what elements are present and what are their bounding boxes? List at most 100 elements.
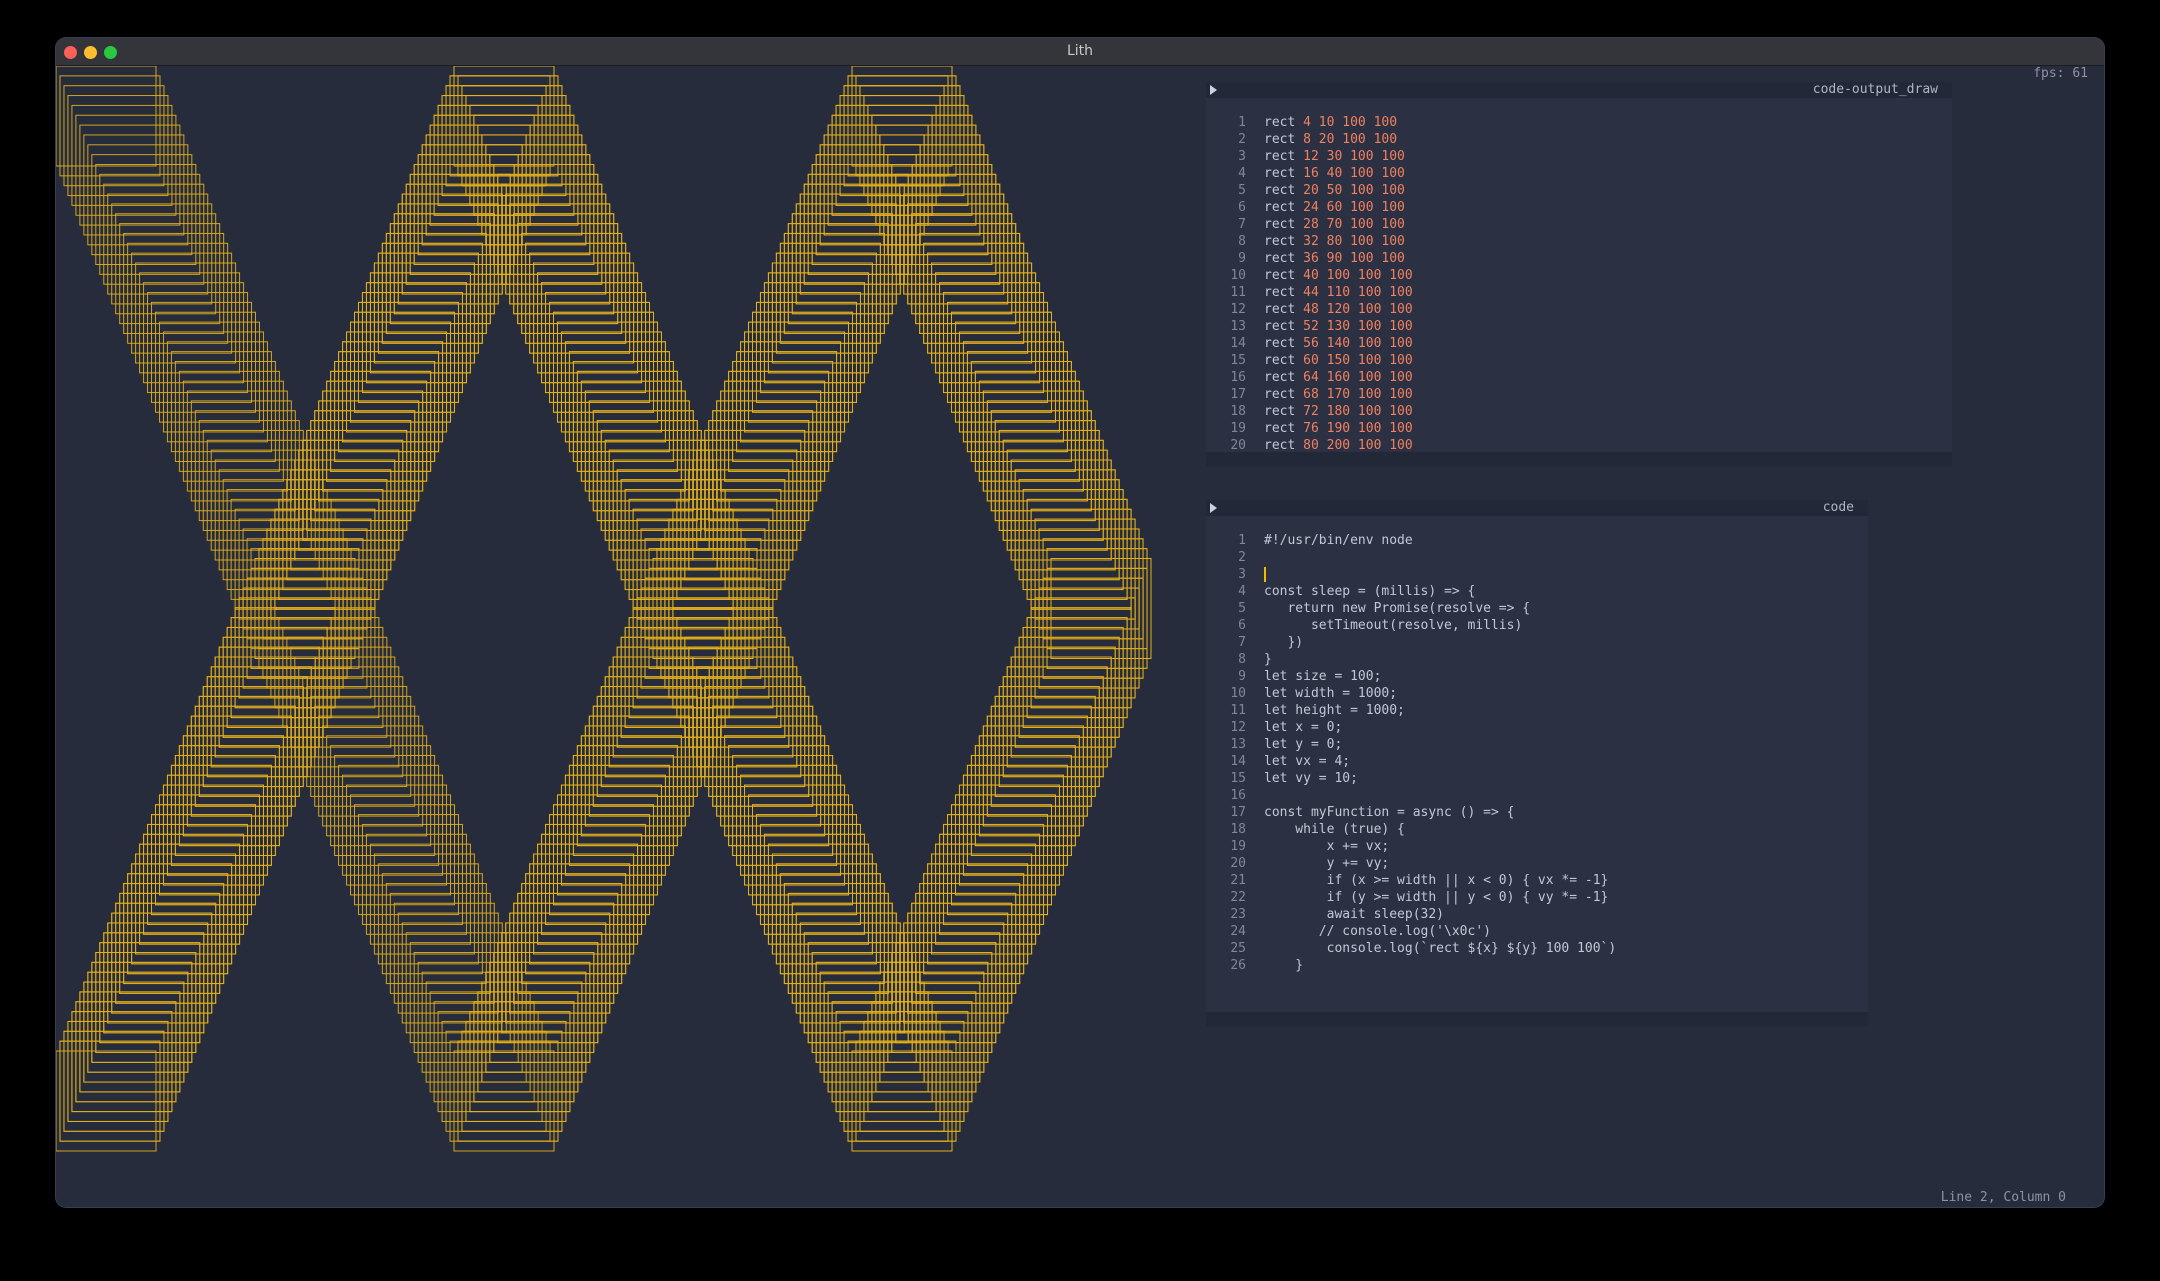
line-number: 12 (1230, 720, 1246, 735)
drawn-rect (111, 912, 213, 1014)
drawn-rect (485, 971, 587, 1073)
code-panel[interactable]: code 1 #!/usr/bin/env node 2 3 4 const sleep … (1206, 500, 1868, 1026)
drawn-rect (556, 321, 658, 423)
drawn-rect (298, 449, 400, 551)
drawn-rect (186, 390, 288, 492)
drawn-rect (1034, 518, 1136, 620)
drawn-rect (736, 764, 838, 866)
output-line: 4 rect 16 40 100 100 (1206, 165, 1952, 182)
drawn-rect (1022, 626, 1124, 728)
drawn-rect (919, 232, 1021, 334)
run-icon[interactable] (1210, 85, 1217, 95)
drawn-rect (258, 567, 360, 669)
drawn-rect (887, 154, 989, 256)
drawn-rect (326, 380, 428, 482)
drawn-rect (652, 558, 754, 659)
drawn-rect (441, 95, 543, 197)
drawn-rect (867, 104, 969, 206)
drawn-rect (230, 617, 332, 719)
drawn-rect (954, 794, 1056, 896)
drawn-rect (966, 351, 1068, 453)
code-editor[interactable]: 1 #!/usr/bin/env node 2 3 4 const sleep = (mi… (1206, 532, 1868, 1010)
drawn-rect (497, 173, 599, 275)
drawn-rect (513, 902, 615, 1004)
drawn-rect (831, 1001, 933, 1103)
drawn-rect (648, 567, 750, 669)
drawn-rect (716, 400, 818, 502)
drawn-rect (529, 863, 631, 965)
drawn-rect (592, 705, 694, 807)
drawn-rect (791, 213, 893, 315)
run-icon[interactable] (1210, 503, 1217, 513)
drawn-rect (640, 587, 742, 689)
drawn-rect (588, 400, 690, 502)
drawn-rect (318, 400, 420, 502)
line-text: #!/usr/bin/env node (1264, 533, 1413, 548)
drawn-rect (891, 164, 993, 265)
drawn-rect (445, 1030, 547, 1132)
drawn-rect (835, 104, 937, 206)
drawn-rect (501, 183, 603, 285)
drawn-rect (660, 538, 762, 640)
drawn-rect (851, 1050, 953, 1152)
drawn-rect (736, 764, 838, 866)
line-number: 3 (1238, 567, 1246, 582)
output-line: 14 rect 56 140 100 100 (1206, 335, 1952, 352)
drawn-rect (775, 252, 877, 354)
drawn-rect (541, 833, 643, 935)
drawn-rect (616, 469, 718, 571)
drawn-rect (827, 991, 929, 1093)
drawn-rect (270, 518, 372, 620)
drawn-rect (744, 784, 846, 886)
drawn-rect (704, 429, 806, 531)
line-text: if (x >= width || x < 0) { vx *= -1} (1264, 873, 1609, 888)
drawn-rect (286, 479, 388, 581)
drawn-rect (334, 755, 436, 856)
drawn-rect (970, 755, 1072, 856)
output-line: 19 rect 76 190 100 100 (1206, 420, 1952, 437)
output-line: 8 rect 32 80 100 100 (1206, 233, 1952, 250)
drawn-rect (636, 597, 738, 699)
drawn-rect (708, 420, 810, 522)
drawn-rect (553, 804, 654, 906)
drawn-rect (684, 636, 786, 738)
drawn-rect (222, 636, 324, 738)
drawn-rect (815, 961, 917, 1063)
drawn-rect (831, 114, 933, 216)
drawn-rect (131, 863, 233, 965)
drawn-rect (238, 518, 340, 620)
drawn-rect (990, 705, 1092, 807)
code-line: 7 }) (1206, 634, 1868, 651)
drawn-rect (612, 656, 714, 758)
drawn-rect (99, 173, 201, 275)
drawn-rect (783, 883, 885, 985)
drawn-rect (612, 459, 714, 561)
drawn-rect (314, 705, 416, 807)
drawn-rect (628, 617, 730, 719)
drawn-rect (385, 883, 487, 985)
drawn-rect (572, 755, 674, 856)
drawn-rect (811, 164, 913, 265)
drawn-rect (835, 1011, 937, 1113)
drawn-rect (178, 745, 280, 847)
drawn-rect (91, 154, 193, 256)
drawn-rect (744, 331, 846, 433)
drawn-rect (290, 469, 392, 571)
drawn-rect (580, 735, 682, 837)
drawn-rect (915, 892, 1017, 994)
drawn-rect (915, 223, 1017, 325)
drawn-rect (767, 843, 869, 945)
drawn-rect (648, 548, 750, 650)
drawn-rect (513, 213, 615, 315)
line-number: 16 (1230, 370, 1246, 385)
output-panel[interactable]: code-output_draw 1 rect 4 10 100 100 2 rect… (1206, 82, 1952, 466)
drawn-rect (369, 272, 471, 374)
drawn-rect (549, 814, 651, 916)
drawn-rect (59, 75, 161, 177)
drawn-rect (413, 164, 515, 265)
drawn-rect (954, 321, 1056, 423)
drawn-rect (990, 410, 1092, 512)
drawn-rect (903, 922, 1005, 1024)
drawn-rect (234, 607, 336, 709)
output-lines: 1 rect 4 10 100 100 2 rect 8 20 100 100 3 rec… (1206, 114, 1952, 452)
